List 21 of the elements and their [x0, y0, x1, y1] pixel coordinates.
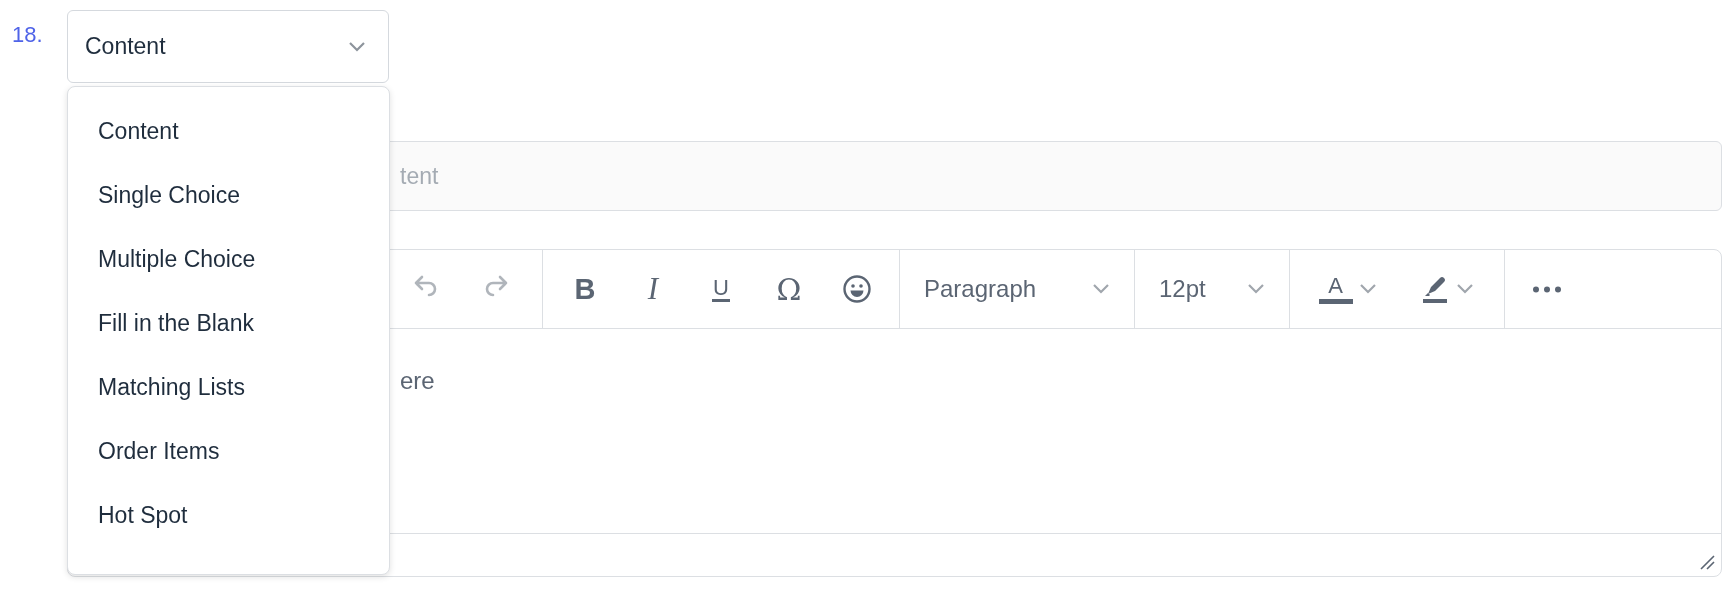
chevron-down-icon [348, 40, 366, 53]
chevron-down-icon [1247, 283, 1265, 295]
chevron-down-icon [1455, 283, 1474, 295]
chevron-down-icon [1092, 283, 1110, 295]
bold-button[interactable]: B [553, 261, 617, 317]
special-character-button[interactable]: Ω [757, 261, 821, 317]
body-text: ere [400, 367, 435, 394]
question-number: 18. [12, 22, 43, 48]
italic-button[interactable]: I [621, 261, 685, 317]
dropdown-option[interactable]: Multiple Choice [68, 227, 389, 291]
format-dropdown[interactable]: 12pt [1145, 261, 1279, 317]
smiley-icon [842, 274, 872, 304]
dropdown-option[interactable]: Matching Lists [68, 355, 389, 419]
chevron-down-icon [1358, 283, 1377, 295]
text-color-button[interactable]: A [1300, 261, 1395, 317]
dropdown-option[interactable]: Order Items [68, 419, 389, 483]
resize-handle-icon [1699, 554, 1715, 570]
type-select[interactable]: Content [67, 10, 389, 83]
underline-button[interactable]: U [689, 261, 753, 317]
more-icon [1532, 285, 1562, 293]
format-dropdown[interactable]: Paragraph [910, 261, 1124, 317]
